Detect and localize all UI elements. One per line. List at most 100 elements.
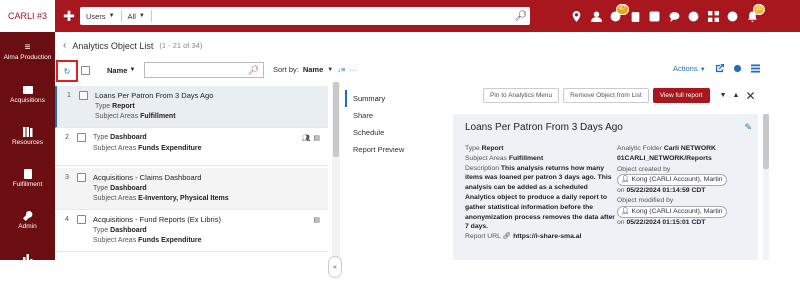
object-title: Loans Per Patron From 3 Days Ago [465,122,623,133]
search-scope-dropdown[interactable]: Users ▼ [80,10,122,22]
chat-icon[interactable] [665,0,685,32]
nav-item-fulfillment[interactable]: Fulfillment [0,158,55,200]
main-content: ‹ Analytics Object List (1 - 21 of 34) ↻… [55,32,800,278]
caret-down-icon[interactable]: ▼ [720,92,727,99]
filter-input[interactable]: 🔎︎ [144,62,264,78]
type-key: Type [93,226,109,234]
search-icon[interactable]: 🔎︎ [512,11,530,22]
globe-icon[interactable] [723,0,743,32]
type-value: Dashboard [110,134,147,141]
list-view-icon[interactable] [750,64,760,73]
summary-left: Type Report Subject Areas Fulfillment De… [465,144,615,242]
nav-item-acquisitions[interactable]: Acquisitions [0,74,55,116]
list-item[interactable]: 2 Type Dashboard Subject Areas Funds Exp… [55,128,328,166]
detail-scrollbar[interactable] [763,114,769,260]
nav-label: Analytics [14,265,41,272]
refresh-button[interactable]: ↻ [56,60,78,82]
created-by-chip[interactable]: 👤︎ Kong (CARLI Account), Martin [617,174,727,187]
institution-logo[interactable]: CARLI #3 [0,0,55,32]
row-title[interactable]: Loans Per Patron From 3 Days Ago [95,91,213,102]
description-value: This analysis returns how many items was… [465,164,615,231]
tab-schedule[interactable]: Schedule [345,124,445,141]
actions-label: Actions [673,64,698,73]
pin-to-analytics-menu-button[interactable]: Pin to Analytics Menu [483,88,560,103]
export-icon[interactable] [715,64,724,73]
clipboard-icon[interactable] [626,0,646,32]
subject-areas-value: Funds Expenditure [138,237,202,244]
row-checkbox[interactable] [77,173,86,182]
report-url-key: Report URL [465,233,501,241]
type-key: Type [95,102,111,110]
notifications-badge: 10 [752,4,766,15]
search-filter-dropdown[interactable]: All ▼ [122,10,152,22]
list-item[interactable]: 1 Loans Per Patron From 3 Days Ago Type … [55,86,328,128]
top-icons: 47 10 [567,0,766,32]
left-nav: ≡ Alma Production Acquisitions Resources … [0,32,55,272]
row-checkbox[interactable] [77,133,86,142]
search-icon[interactable]: 🔎︎ [248,65,259,76]
list-scroll-thumb[interactable] [333,82,339,157]
detail-panel: Summary Share Schedule Report Preview Pi… [345,82,800,260]
nav-item-alma-production[interactable]: ≡ Alma Production [0,32,55,74]
nav-item-admin[interactable]: Admin [0,200,55,242]
subject-areas-key: Subject Areas [93,144,137,152]
nav-item-analytics[interactable]: Analytics [0,242,55,284]
view-full-report-button[interactable]: View full report [652,88,710,103]
caret-up-icon[interactable]: ▲ [733,92,740,99]
type-key: Type [93,134,109,141]
tab-report-preview[interactable]: Report Preview [345,141,445,158]
remove-object-button[interactable]: Remove Object from List [563,88,649,103]
more-options-icon[interactable]: ··· [349,65,357,74]
grid-icon[interactable] [704,0,724,32]
row-checkbox[interactable] [79,91,88,100]
detail-scroll-thumb[interactable] [763,114,769,169]
user-icon[interactable] [587,0,607,32]
refresh-icon: ↻ [63,66,71,76]
modified-by-value: Kong (CARLI Account), Martin [631,207,723,215]
select-all-checkbox[interactable] [81,66,90,75]
subject-areas-key: Subject Areas [465,154,507,162]
row-info: Loans Per Patron From 3 Days Ago Type Re… [95,91,213,123]
row-checkbox[interactable] [77,215,86,224]
dashboard-icon: ▤ [313,217,320,224]
nav-label: Fulfillment [12,181,43,188]
row-info: Type Dashboard Subject Areas Funds Expen… [93,133,202,154]
detail-tabs: Summary Share Schedule Report Preview [345,90,445,158]
add-icon[interactable]: ✚ [59,8,79,25]
history-icon[interactable] [684,0,704,32]
modified-by-chip[interactable]: 👤︎ Kong (CARLI Account), Martin [617,205,727,218]
row-number: 3 [65,174,69,181]
user-icon: 👤︎ [621,176,630,184]
row-number: 4 [65,216,69,223]
help-icon[interactable] [645,0,665,32]
tab-share[interactable]: Share [345,107,445,124]
edit-icon[interactable]: ✎ [744,122,752,133]
notifications-icon[interactable]: 10 [743,0,766,32]
type-value: Dashboard [110,184,147,192]
nav-item-resources[interactable]: Resources [0,116,55,158]
sort-direction-icon[interactable]: ↓≡ [337,65,345,74]
tasks-icon[interactable]: 47 [606,0,629,32]
filter-field-dropdown[interactable]: Name ▼ [107,63,144,77]
settings-icon[interactable] [733,64,742,73]
type-value: Report [112,102,135,110]
collapse-panel-button[interactable]: « [328,256,342,278]
list-item[interactable]: 4 Acquisitions - Fund Reports (Ex Libris… [55,210,328,252]
created-by-key: Object created by [617,165,671,173]
list-item[interactable]: 3 Acquisitions - Claims Dashboard Type D… [55,168,328,210]
list-scrollbar[interactable] [332,82,340,260]
close-icon[interactable]: ✕ [745,89,755,103]
location-icon[interactable] [567,0,587,32]
actions-dropdown[interactable]: Actions ▼ [673,64,706,73]
sort-field-dropdown[interactable]: Name [303,65,323,74]
row-title[interactable]: Acquisitions - Claims Dashboard [93,173,229,184]
row-icons: ▤ [313,216,320,227]
admin-icon [22,211,32,221]
folder-key: Analytic Folder [617,145,662,152]
report-url-link[interactable]: https://i-share-sma.al [513,233,581,240]
tab-summary[interactable]: Summary [345,90,445,107]
caret-down-icon: ▼ [699,67,706,73]
back-icon[interactable]: ‹ [63,40,66,51]
subject-areas-key: Subject Areas [93,195,137,202]
row-title[interactable]: Acquisitions - Fund Reports (Ex Libris) [93,215,221,226]
